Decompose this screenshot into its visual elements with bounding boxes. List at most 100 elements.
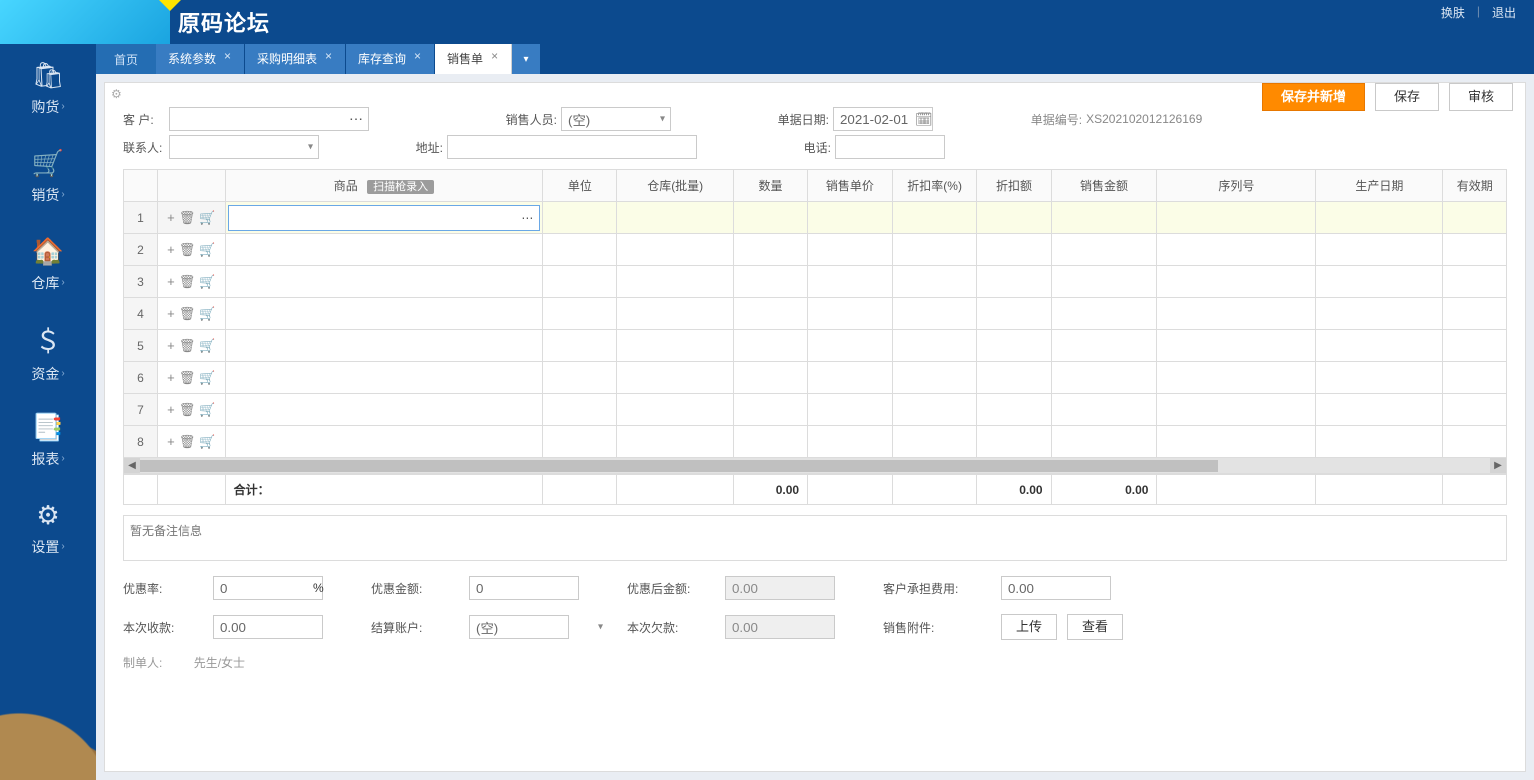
add-row-icon[interactable]: + (167, 210, 175, 225)
table-row[interactable]: 3+🗑🛒 (124, 266, 1507, 298)
product-picker[interactable]: ⋯ (228, 205, 541, 231)
sidebar-item-stock[interactable]: 🏠 仓库› (0, 220, 96, 308)
grid-cell[interactable] (733, 298, 807, 330)
grid-cell[interactable] (1443, 330, 1507, 362)
grid-cell[interactable] (1051, 362, 1157, 394)
logout-link[interactable]: 退出 (1492, 4, 1516, 21)
grid-cell[interactable] (1157, 362, 1316, 394)
grid-cell[interactable] (617, 330, 733, 362)
table-row[interactable]: 1+🗑🛒⋯ (124, 202, 1507, 234)
scroll-thumb[interactable] (140, 460, 1218, 472)
add-row-icon[interactable]: + (167, 402, 175, 417)
grid-cell[interactable] (617, 266, 733, 298)
grid-cell[interactable] (977, 298, 1051, 330)
close-icon[interactable]: × (224, 51, 234, 61)
add-row-icon[interactable]: + (167, 434, 175, 449)
delete-row-icon[interactable]: 🗑 (179, 434, 196, 449)
grid-cell[interactable] (977, 394, 1051, 426)
scroll-right-icon[interactable]: ▶ (1490, 458, 1506, 473)
grid-cell[interactable] (1316, 426, 1443, 458)
grid-cell[interactable] (1316, 202, 1443, 234)
delete-row-icon[interactable]: 🗑 (179, 402, 196, 417)
grid-cell[interactable] (977, 426, 1051, 458)
grid-cell[interactable] (733, 394, 807, 426)
grid-cell[interactable] (733, 202, 807, 234)
delete-row-icon[interactable]: 🗑 (179, 306, 196, 321)
grid-cell[interactable] (617, 394, 733, 426)
grid-cell[interactable] (543, 298, 617, 330)
grid-cell[interactable] (1157, 266, 1316, 298)
grid-cell[interactable] (543, 330, 617, 362)
grid-cell[interactable] (977, 266, 1051, 298)
grid-cell[interactable] (1157, 202, 1316, 234)
grid-cell[interactable] (977, 362, 1051, 394)
customer-input[interactable] (169, 107, 369, 131)
close-icon[interactable]: × (325, 51, 335, 61)
grid-cell[interactable] (543, 394, 617, 426)
grid-cell[interactable] (1316, 330, 1443, 362)
table-row[interactable]: 4+🗑🛒 (124, 298, 1507, 330)
grid-cell[interactable] (1157, 234, 1316, 266)
grid-cell[interactable] (892, 394, 977, 426)
grid-cell[interactable] (1051, 298, 1157, 330)
docdate-input[interactable] (833, 107, 933, 131)
grid-cell[interactable] (892, 298, 977, 330)
product-cell[interactable] (225, 394, 543, 426)
grid-cell[interactable] (1157, 330, 1316, 362)
cart-row-icon[interactable]: 🛒 (199, 274, 215, 289)
grid-cell[interactable] (617, 202, 733, 234)
sidebar-item-sales[interactable]: 🛒 销货› (0, 132, 96, 220)
salesperson-select[interactable] (561, 107, 671, 131)
tab-home[interactable]: 首页 (96, 44, 156, 74)
cart-row-icon[interactable]: 🛒 (199, 306, 215, 321)
cart-row-icon[interactable]: 🛒 (199, 338, 215, 353)
table-row[interactable]: 8+🗑🛒 (124, 426, 1507, 458)
grid-cell[interactable] (977, 202, 1051, 234)
grid-cell[interactable] (733, 330, 807, 362)
grid-cell[interactable] (1051, 330, 1157, 362)
close-icon[interactable]: × (414, 51, 424, 61)
add-row-icon[interactable]: + (167, 306, 175, 321)
add-row-icon[interactable]: + (167, 338, 175, 353)
grid-cell[interactable] (892, 266, 977, 298)
delete-row-icon[interactable]: 🗑 (179, 274, 196, 289)
grid-cell[interactable] (543, 234, 617, 266)
pref-amt-input[interactable] (469, 576, 579, 600)
sidebar-item-money[interactable]: ＄ 资金› (0, 308, 96, 396)
table-row[interactable]: 7+🗑🛒 (124, 394, 1507, 426)
grid-cell[interactable] (733, 426, 807, 458)
grid-cell[interactable] (1316, 234, 1443, 266)
delete-row-icon[interactable]: 🗑 (179, 370, 196, 385)
grid-cell[interactable] (617, 426, 733, 458)
audit-button[interactable]: 审核 (1449, 83, 1513, 111)
cart-row-icon[interactable]: 🛒 (199, 242, 215, 257)
grid-cell[interactable] (1316, 266, 1443, 298)
grid-cell[interactable] (892, 362, 977, 394)
upload-button[interactable]: 上传 (1001, 614, 1057, 640)
grid-cell[interactable] (1157, 298, 1316, 330)
product-cell[interactable]: ⋯ (225, 202, 543, 234)
grid-cell[interactable] (1051, 394, 1157, 426)
cart-row-icon[interactable]: 🛒 (199, 370, 215, 385)
grid-cell[interactable] (733, 362, 807, 394)
product-cell[interactable] (225, 330, 543, 362)
add-row-icon[interactable]: + (167, 370, 175, 385)
grid-cell[interactable] (808, 266, 893, 298)
grid-cell[interactable] (977, 330, 1051, 362)
grid-cell[interactable] (808, 394, 893, 426)
grid-cell[interactable] (733, 234, 807, 266)
grid-cell[interactable] (543, 426, 617, 458)
grid-cell[interactable] (892, 330, 977, 362)
grid-scrollbar[interactable]: ◀ ▶ (123, 458, 1507, 474)
grid-cell[interactable] (1051, 266, 1157, 298)
grid-cell[interactable] (1443, 202, 1507, 234)
contact-select[interactable] (169, 135, 319, 159)
grid-cell[interactable] (1157, 426, 1316, 458)
grid-cell[interactable] (892, 426, 977, 458)
address-input[interactable] (447, 135, 697, 159)
add-row-icon[interactable]: + (167, 274, 175, 289)
grid-cell[interactable] (1443, 234, 1507, 266)
page-settings-icon[interactable]: ⚙ (111, 87, 122, 101)
grid-cell[interactable] (1157, 394, 1316, 426)
grid-cell[interactable] (1051, 234, 1157, 266)
